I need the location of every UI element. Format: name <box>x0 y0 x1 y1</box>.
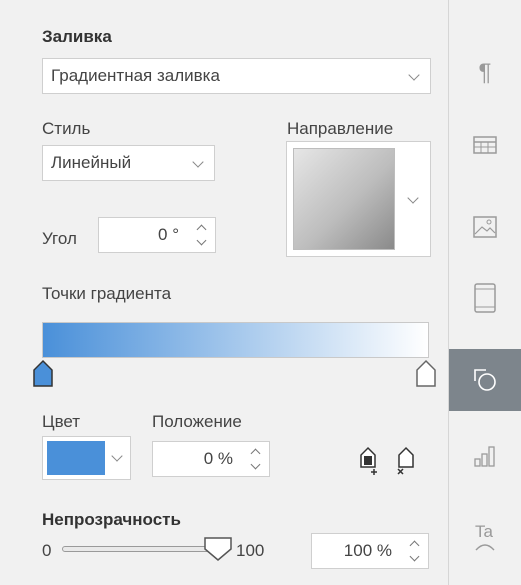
table-icon <box>473 136 497 154</box>
color-picker-button[interactable] <box>42 436 131 480</box>
spin-down-icon[interactable] <box>409 551 420 562</box>
opacity-max-label: 100 <box>236 541 265 560</box>
slide-icon <box>474 283 496 313</box>
remove-gradient-point-icon[interactable] <box>396 445 420 475</box>
direction-picker[interactable] <box>286 141 431 257</box>
table-settings-button[interactable] <box>449 114 521 176</box>
opacity-value: 100 % <box>343 541 392 560</box>
spin-down-icon[interactable] <box>196 235 207 246</box>
position-spinner[interactable]: 0 % <box>152 441 270 477</box>
gradient-bar[interactable] <box>42 322 429 358</box>
color-label: Цвет <box>42 412 81 431</box>
angle-value: 0 ° <box>158 225 179 244</box>
chevron-down-icon <box>192 156 204 168</box>
right-sidebar: ¶ Ta <box>449 0 521 585</box>
textart-icon: Ta <box>475 522 495 551</box>
slide-settings-button[interactable] <box>449 267 521 329</box>
chevron-down-icon <box>408 69 420 81</box>
shape-icon <box>474 369 496 391</box>
svg-text:Ta: Ta <box>475 522 494 541</box>
style-value: Линейный <box>51 153 132 172</box>
style-select[interactable]: Линейный <box>42 145 215 181</box>
chart-icon <box>474 446 495 467</box>
chevron-down-icon <box>111 450 123 462</box>
position-label: Положение <box>152 412 242 431</box>
spin-up-icon[interactable] <box>250 448 261 459</box>
paragraph-settings-button[interactable]: ¶ <box>449 42 521 104</box>
opacity-spinner[interactable]: 100 % <box>311 533 429 569</box>
image-settings-button[interactable] <box>449 196 521 258</box>
chart-settings-button[interactable] <box>449 425 521 487</box>
gradient-stop-left[interactable] <box>32 359 54 389</box>
shape-settings-button[interactable] <box>449 349 521 411</box>
add-gradient-point-icon[interactable] <box>358 445 382 475</box>
style-label: Стиль <box>42 119 91 138</box>
fill-heading: Заливка <box>42 27 112 46</box>
fill-type-select[interactable]: Градиентная заливка <box>42 58 431 94</box>
gradient-points-label: Точки градиента <box>42 284 172 303</box>
fill-type-value: Градиентная заливка <box>51 66 220 85</box>
opacity-slider-thumb[interactable] <box>203 536 233 562</box>
color-swatch <box>47 441 105 475</box>
paragraph-icon: ¶ <box>478 59 492 86</box>
angle-label: Угол <box>42 229 77 248</box>
position-value: 0 % <box>203 449 233 468</box>
opacity-heading: Непрозрачность <box>42 510 181 529</box>
spin-up-icon[interactable] <box>196 224 207 235</box>
direction-preview <box>293 148 395 250</box>
opacity-min-label: 0 <box>42 541 52 560</box>
gradient-stop-right[interactable] <box>415 359 437 389</box>
angle-spinner[interactable]: 0 ° <box>98 217 216 253</box>
shape-settings-panel: Заливка Градиентная заливка Стиль Направ… <box>0 0 449 585</box>
spin-up-icon[interactable] <box>409 540 420 551</box>
spin-down-icon[interactable] <box>250 459 261 470</box>
chevron-down-icon <box>407 192 419 204</box>
opacity-slider[interactable] <box>62 546 225 552</box>
image-icon <box>473 216 497 238</box>
textart-settings-button[interactable]: Ta <box>449 506 521 568</box>
direction-label: Направление <box>287 119 394 138</box>
